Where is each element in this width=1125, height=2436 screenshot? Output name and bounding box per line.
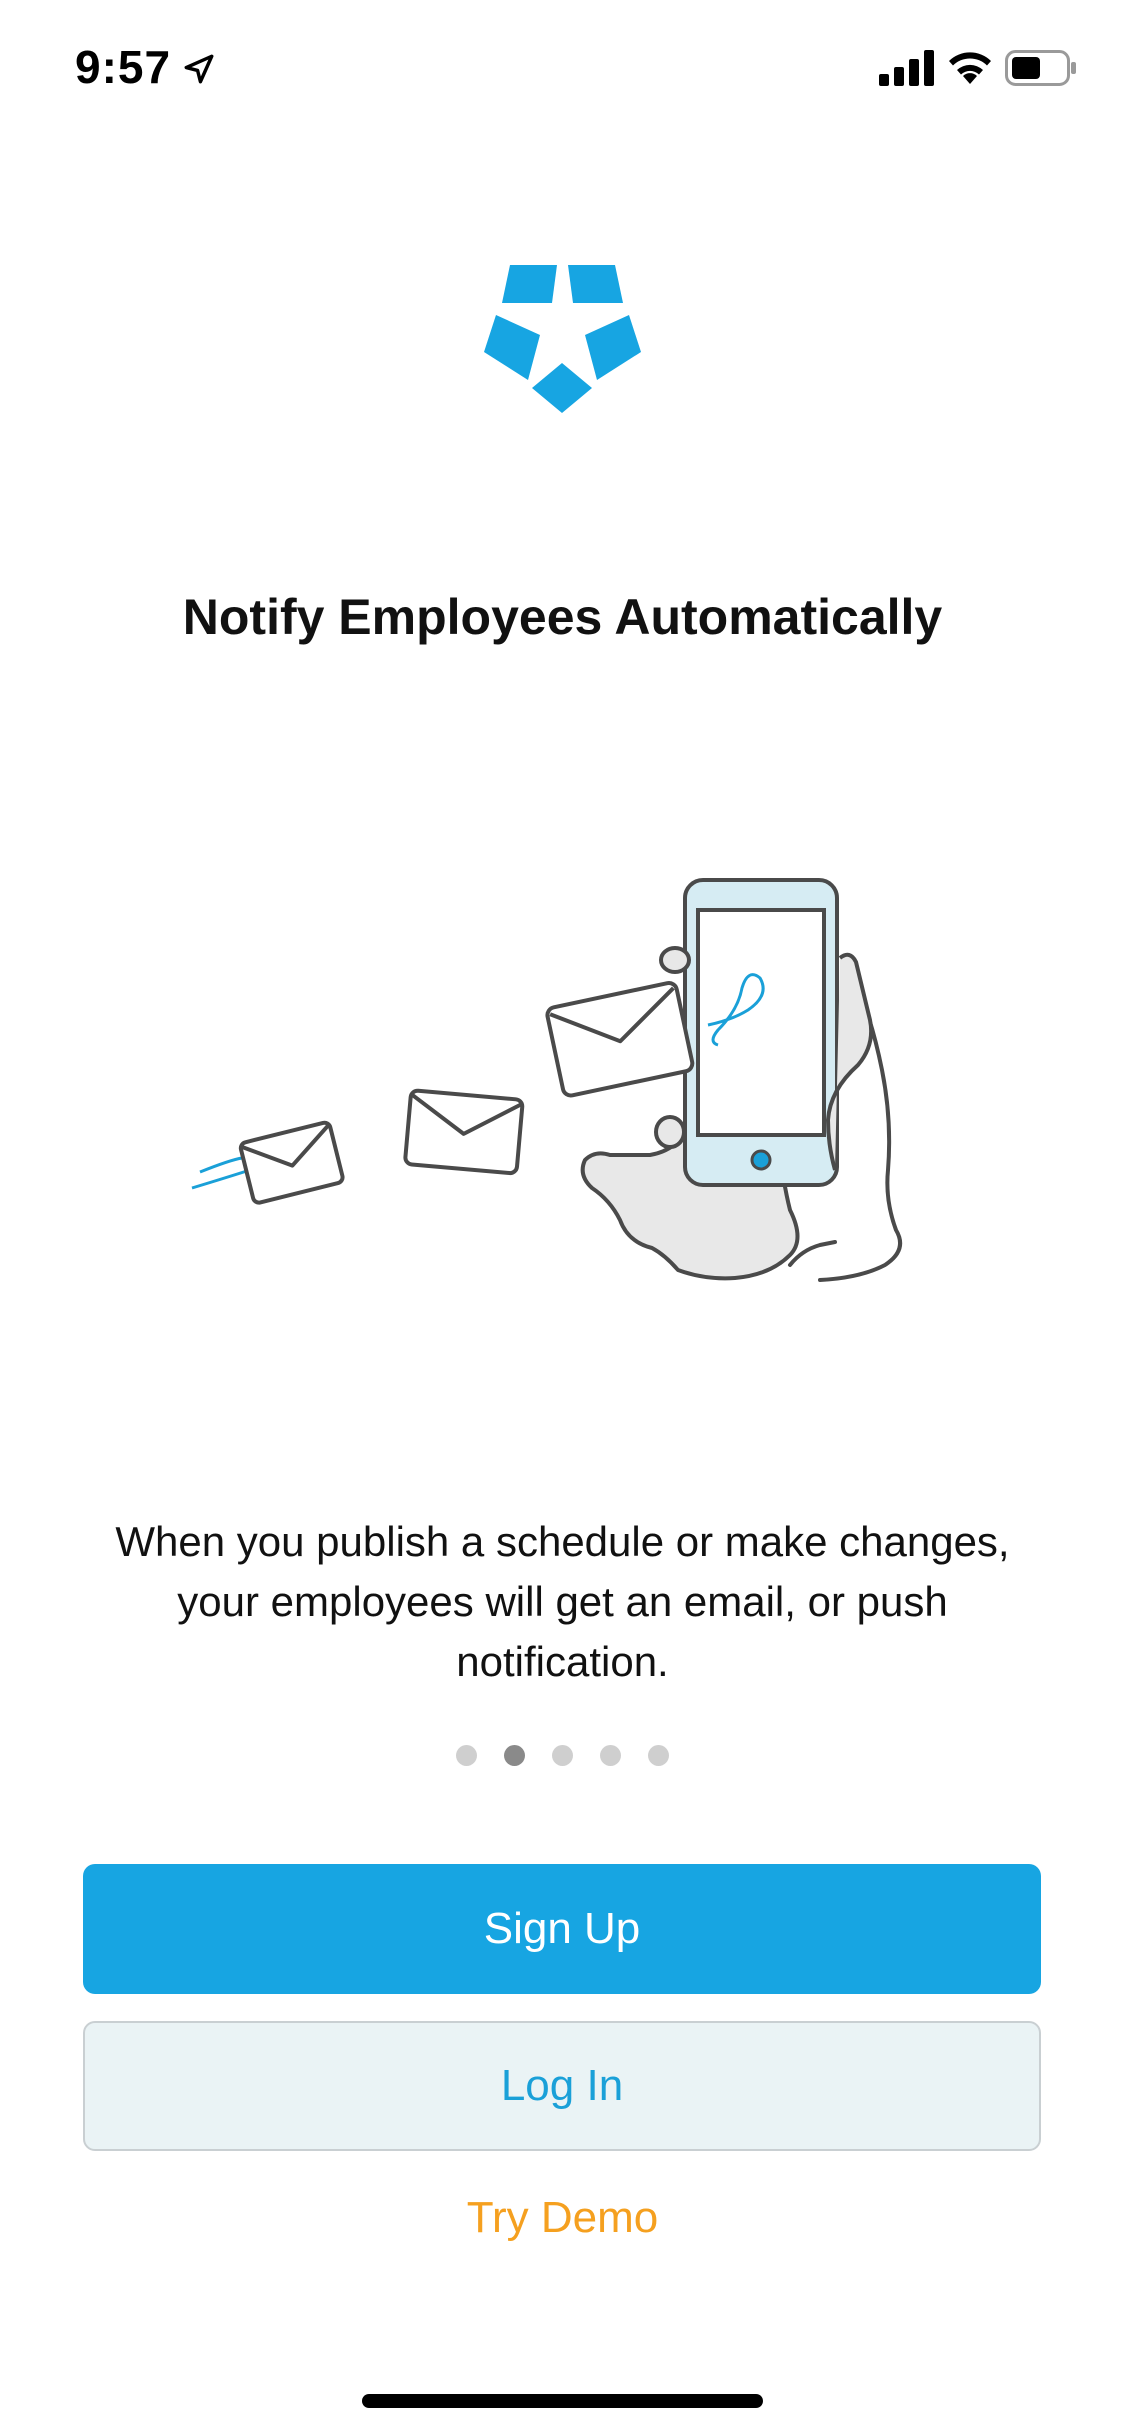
onboarding-title: Notify Employees Automatically xyxy=(182,589,943,645)
home-indicator[interactable] xyxy=(362,2394,763,2408)
app-logo-icon xyxy=(484,265,641,413)
hand-phone-envelopes-icon xyxy=(191,878,903,1282)
wifi-icon xyxy=(949,52,991,84)
sign-up-button[interactable]: Sign Up xyxy=(83,1864,1041,1994)
cellular-signal-icon xyxy=(879,50,934,86)
page-indicator[interactable] xyxy=(0,1745,1125,1767)
log-in-button[interactable]: Log In xyxy=(83,2021,1041,2151)
onboarding-description: When you publish a schedule or make chan… xyxy=(115,1518,1010,1685)
status-time: 9:57 xyxy=(75,41,172,93)
try-demo-link[interactable]: Try Demo xyxy=(0,2193,1125,2243)
page-dot[interactable] xyxy=(456,1745,477,1766)
page-dot-active[interactable] xyxy=(504,1745,525,1766)
page-dot[interactable] xyxy=(552,1745,573,1766)
location-arrow-icon xyxy=(184,54,214,84)
page-dot[interactable] xyxy=(600,1745,621,1766)
battery-icon xyxy=(1005,50,1076,86)
page-dot[interactable] xyxy=(648,1745,669,1766)
status-bar: 9:57 xyxy=(0,0,1125,140)
